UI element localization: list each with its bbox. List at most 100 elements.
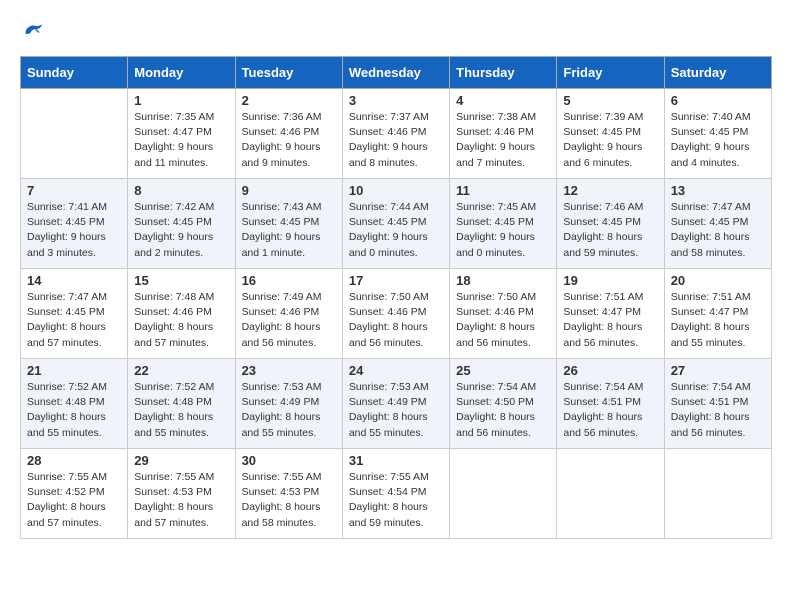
day-info: Sunrise: 7:55 AMSunset: 4:54 PMDaylight:… xyxy=(349,470,443,531)
day-header-wednesday: Wednesday xyxy=(342,57,449,89)
day-info: Sunrise: 7:52 AMSunset: 4:48 PMDaylight:… xyxy=(134,380,228,441)
day-cell: 22 Sunrise: 7:52 AMSunset: 4:48 PMDayligh… xyxy=(128,359,235,449)
day-cell: 16 Sunrise: 7:49 AMSunset: 4:46 PMDayligh… xyxy=(235,269,342,359)
day-info: Sunrise: 7:48 AMSunset: 4:46 PMDaylight:… xyxy=(134,290,228,351)
day-cell: 3 Sunrise: 7:37 AMSunset: 4:46 PMDaylight… xyxy=(342,89,449,179)
day-cell: 1Sunrise: 7:35 AMSunset: 4:47 PMDaylight… xyxy=(128,89,235,179)
day-info: Sunrise: 7:54 AMSunset: 4:51 PMDaylight:… xyxy=(563,380,657,441)
day-cell: 13 Sunrise: 7:47 AMSunset: 4:45 PMDayligh… xyxy=(664,179,771,269)
day-number: 19 xyxy=(563,273,657,288)
week-row-5: 28 Sunrise: 7:55 AMSunset: 4:52 PMDayligh… xyxy=(21,449,772,539)
day-cell: 14 Sunrise: 7:47 AMSunset: 4:45 PMDayligh… xyxy=(21,269,128,359)
logo xyxy=(20,20,44,40)
day-number: 16 xyxy=(242,273,336,288)
day-number: 1 xyxy=(134,93,228,108)
day-number: 10 xyxy=(349,183,443,198)
day-info: Sunrise: 7:41 AMSunset: 4:45 PMDaylight:… xyxy=(27,200,121,261)
day-info: Sunrise: 7:47 AMSunset: 4:45 PMDaylight:… xyxy=(27,290,121,351)
day-info: Sunrise: 7:37 AMSunset: 4:46 PMDaylight:… xyxy=(349,110,443,171)
day-info: Sunrise: 7:45 AMSunset: 4:45 PMDaylight:… xyxy=(456,200,550,261)
day-number: 5 xyxy=(563,93,657,108)
day-cell: 25Sunrise: 7:54 AMSunset: 4:50 PMDayligh… xyxy=(450,359,557,449)
day-number: 4 xyxy=(456,93,550,108)
day-info: Sunrise: 7:47 AMSunset: 4:45 PMDaylight:… xyxy=(671,200,765,261)
day-number: 18 xyxy=(456,273,550,288)
day-cell xyxy=(450,449,557,539)
day-number: 27 xyxy=(671,363,765,378)
day-number: 23 xyxy=(242,363,336,378)
day-number: 8 xyxy=(134,183,228,198)
day-cell xyxy=(664,449,771,539)
day-cell: 17 Sunrise: 7:50 AMSunset: 4:46 PMDayligh… xyxy=(342,269,449,359)
day-cell: 12 Sunrise: 7:46 AMSunset: 4:45 PMDayligh… xyxy=(557,179,664,269)
day-info: Sunrise: 7:40 AMSunset: 4:45 PMDaylight:… xyxy=(671,110,765,171)
day-cell: 24 Sunrise: 7:53 AMSunset: 4:49 PMDayligh… xyxy=(342,359,449,449)
day-cell: 5 Sunrise: 7:39 AMSunset: 4:45 PMDaylight… xyxy=(557,89,664,179)
day-cell: 19Sunrise: 7:51 AMSunset: 4:47 PMDayligh… xyxy=(557,269,664,359)
day-info: Sunrise: 7:55 AMSunset: 4:53 PMDaylight:… xyxy=(134,470,228,531)
day-number: 17 xyxy=(349,273,443,288)
day-info: Sunrise: 7:36 AMSunset: 4:46 PMDaylight:… xyxy=(242,110,336,171)
week-row-2: 7 Sunrise: 7:41 AMSunset: 4:45 PMDaylight… xyxy=(21,179,772,269)
day-info: Sunrise: 7:50 AMSunset: 4:46 PMDaylight:… xyxy=(456,290,550,351)
day-header-thursday: Thursday xyxy=(450,57,557,89)
week-row-1: 1Sunrise: 7:35 AMSunset: 4:47 PMDaylight… xyxy=(21,89,772,179)
day-header-tuesday: Tuesday xyxy=(235,57,342,89)
calendar-header-row: SundayMondayTuesdayWednesdayThursdayFrid… xyxy=(21,57,772,89)
day-header-friday: Friday xyxy=(557,57,664,89)
calendar-table: SundayMondayTuesdayWednesdayThursdayFrid… xyxy=(20,56,772,539)
day-cell: 15Sunrise: 7:48 AMSunset: 4:46 PMDayligh… xyxy=(128,269,235,359)
page-header xyxy=(20,20,772,40)
day-info: Sunrise: 7:54 AMSunset: 4:50 PMDaylight:… xyxy=(456,380,550,441)
day-info: Sunrise: 7:39 AMSunset: 4:45 PMDaylight:… xyxy=(563,110,657,171)
day-cell: 18 Sunrise: 7:50 AMSunset: 4:46 PMDayligh… xyxy=(450,269,557,359)
day-number: 22 xyxy=(134,363,228,378)
day-number: 24 xyxy=(349,363,443,378)
day-info: Sunrise: 7:53 AMSunset: 4:49 PMDaylight:… xyxy=(242,380,336,441)
day-cell: 21 Sunrise: 7:52 AMSunset: 4:48 PMDayligh… xyxy=(21,359,128,449)
day-number: 13 xyxy=(671,183,765,198)
day-number: 9 xyxy=(242,183,336,198)
day-cell: 2Sunrise: 7:36 AMSunset: 4:46 PMDaylight… xyxy=(235,89,342,179)
day-number: 14 xyxy=(27,273,121,288)
day-number: 12 xyxy=(563,183,657,198)
day-info: Sunrise: 7:43 AMSunset: 4:45 PMDaylight:… xyxy=(242,200,336,261)
day-cell: 26 Sunrise: 7:54 AMSunset: 4:51 PMDayligh… xyxy=(557,359,664,449)
day-number: 11 xyxy=(456,183,550,198)
day-number: 7 xyxy=(27,183,121,198)
day-cell: 4Sunrise: 7:38 AMSunset: 4:46 PMDaylight… xyxy=(450,89,557,179)
day-cell: 29 Sunrise: 7:55 AMSunset: 4:53 PMDayligh… xyxy=(128,449,235,539)
day-cell: 30 Sunrise: 7:55 AMSunset: 4:53 PMDayligh… xyxy=(235,449,342,539)
day-info: Sunrise: 7:53 AMSunset: 4:49 PMDaylight:… xyxy=(349,380,443,441)
day-info: Sunrise: 7:42 AMSunset: 4:45 PMDaylight:… xyxy=(134,200,228,261)
day-cell: 31 Sunrise: 7:55 AMSunset: 4:54 PMDayligh… xyxy=(342,449,449,539)
day-header-sunday: Sunday xyxy=(21,57,128,89)
day-cell: 10 Sunrise: 7:44 AMSunset: 4:45 PMDayligh… xyxy=(342,179,449,269)
day-info: Sunrise: 7:55 AMSunset: 4:53 PMDaylight:… xyxy=(242,470,336,531)
day-info: Sunrise: 7:52 AMSunset: 4:48 PMDaylight:… xyxy=(27,380,121,441)
day-header-saturday: Saturday xyxy=(664,57,771,89)
day-number: 30 xyxy=(242,453,336,468)
day-cell: 6 Sunrise: 7:40 AMSunset: 4:45 PMDaylight… xyxy=(664,89,771,179)
day-number: 28 xyxy=(27,453,121,468)
day-cell: 28 Sunrise: 7:55 AMSunset: 4:52 PMDayligh… xyxy=(21,449,128,539)
day-number: 31 xyxy=(349,453,443,468)
day-info: Sunrise: 7:55 AMSunset: 4:52 PMDaylight:… xyxy=(27,470,121,531)
day-info: Sunrise: 7:44 AMSunset: 4:45 PMDaylight:… xyxy=(349,200,443,261)
day-info: Sunrise: 7:50 AMSunset: 4:46 PMDaylight:… xyxy=(349,290,443,351)
day-number: 3 xyxy=(349,93,443,108)
day-number: 6 xyxy=(671,93,765,108)
day-cell: 7 Sunrise: 7:41 AMSunset: 4:45 PMDaylight… xyxy=(21,179,128,269)
day-cell xyxy=(557,449,664,539)
day-cell: 11 Sunrise: 7:45 AMSunset: 4:45 PMDayligh… xyxy=(450,179,557,269)
day-info: Sunrise: 7:54 AMSunset: 4:51 PMDaylight:… xyxy=(671,380,765,441)
day-number: 26 xyxy=(563,363,657,378)
day-number: 29 xyxy=(134,453,228,468)
day-number: 20 xyxy=(671,273,765,288)
day-cell: 9 Sunrise: 7:43 AMSunset: 4:45 PMDaylight… xyxy=(235,179,342,269)
day-number: 21 xyxy=(27,363,121,378)
day-info: Sunrise: 7:49 AMSunset: 4:46 PMDaylight:… xyxy=(242,290,336,351)
day-info: Sunrise: 7:46 AMSunset: 4:45 PMDaylight:… xyxy=(563,200,657,261)
week-row-3: 14 Sunrise: 7:47 AMSunset: 4:45 PMDayligh… xyxy=(21,269,772,359)
day-cell: 20Sunrise: 7:51 AMSunset: 4:47 PMDayligh… xyxy=(664,269,771,359)
